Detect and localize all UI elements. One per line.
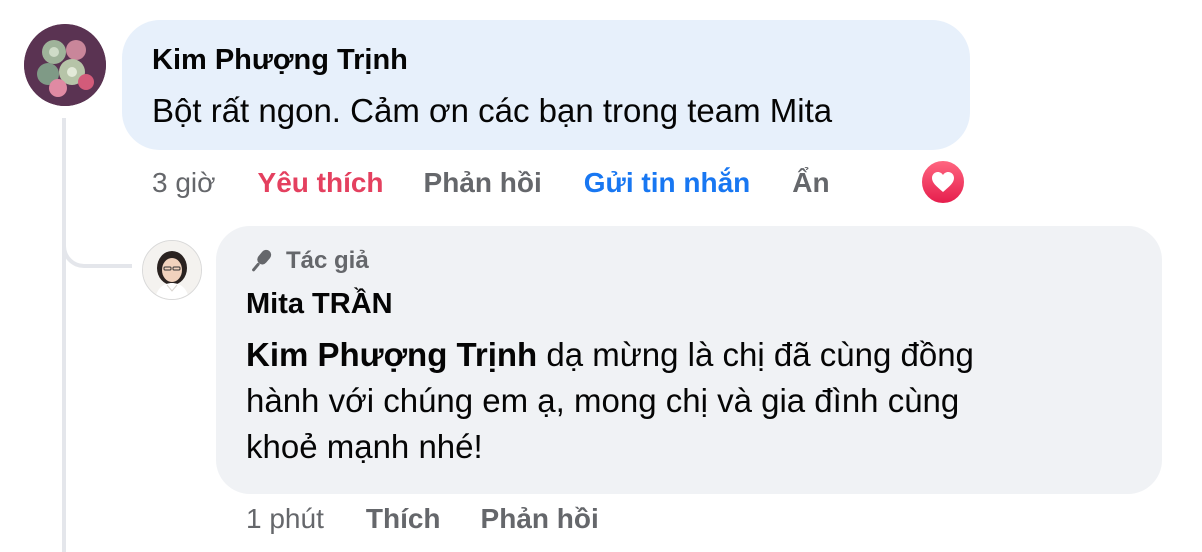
reaction-badge[interactable] xyxy=(920,159,966,205)
comment-thread: Kim Phượng Trịnh Bột rất ngon. Cảm ơn cá… xyxy=(0,0,1202,552)
reply-text: Kim Phượng Trịnh dạ mừng là chị đã cùng … xyxy=(246,332,1132,470)
avatar[interactable] xyxy=(24,24,106,106)
mention-link[interactable]: Kim Phượng Trịnh xyxy=(246,336,537,373)
author-badge-label: Tác giả xyxy=(286,247,369,274)
reply-connector-curve xyxy=(62,200,132,268)
reply-actions: 1 phút Thích Phản hồi xyxy=(246,494,599,544)
reply-avatar[interactable] xyxy=(142,240,202,300)
like-button[interactable]: Yêu thích xyxy=(258,167,384,199)
comment-timestamp[interactable]: 3 giờ xyxy=(152,167,216,199)
reply-button[interactable]: Phản hồi xyxy=(424,167,542,199)
comment-actions: 3 giờ Yêu thích Phản hồi Gửi tin nhắn Ẩn xyxy=(152,158,830,208)
author-badge: Tác giả xyxy=(246,244,1132,278)
reply-reply-button[interactable]: Phản hồi xyxy=(481,503,599,535)
reply-text-line-1: dạ mừng là chị đã cùng đồng xyxy=(537,336,974,373)
comment-bubble: Kim Phượng Trịnh Bột rất ngon. Cảm ơn cá… xyxy=(122,20,970,150)
microphone-icon xyxy=(252,249,272,272)
send-message-button[interactable]: Gửi tin nhắn xyxy=(584,167,750,199)
reply-bubble: Tác giả Mita TRẦN Kim Phượng Trịnh dạ mừ… xyxy=(216,226,1162,494)
reply-author-name[interactable]: Mita TRẦN xyxy=(246,286,1132,322)
thread-connector-line xyxy=(62,118,66,552)
comment-author-name[interactable]: Kim Phượng Trịnh xyxy=(152,42,940,78)
reply-like-button[interactable]: Thích xyxy=(366,503,441,535)
person-photo-icon xyxy=(143,241,201,299)
hide-button[interactable]: Ẩn xyxy=(792,167,829,199)
heart-icon xyxy=(932,172,954,192)
succulent-photo-icon xyxy=(24,24,106,106)
reply-text-line-2: hành với chúng em ạ, mong chị và gia đìn… xyxy=(246,382,960,419)
comment-text: Bột rất ngon. Cảm ơn các bạn trong team … xyxy=(152,92,833,129)
reply-text-line-3: khoẻ mạnh nhé! xyxy=(246,428,483,465)
reply-timestamp[interactable]: 1 phút xyxy=(246,503,324,535)
